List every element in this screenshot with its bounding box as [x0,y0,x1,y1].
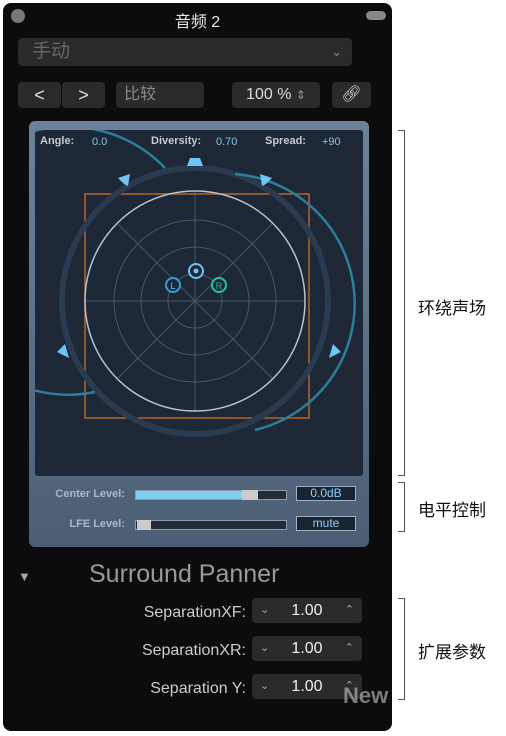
speaker-right-surround-icon [329,344,341,358]
window-title: 音频 2 [174,14,221,31]
center-level-label: Center Level: [55,488,125,500]
prev-preset-button[interactable]: < [18,82,61,108]
lfe-level-label: LFE Level: [69,518,125,530]
center-level-slider[interactable] [135,490,287,500]
decrement-icon[interactable]: ⌄ [260,674,269,699]
next-preset-button[interactable]: > [62,82,105,108]
annotation-bracket [398,598,405,700]
center-level-fill [136,491,246,499]
disclosure-triangle-icon[interactable]: ▼ [18,569,31,584]
annotation-level: 电平控制 [418,501,486,520]
param-label: SeparationXR: [141,642,246,659]
lfe-level-slider[interactable] [135,520,287,530]
watermark-logo: New [343,683,389,708]
lfe-level-value[interactable]: mute [296,516,356,531]
slider-thumb[interactable] [137,520,151,530]
right-channel-label: R [216,281,223,291]
preset-dropdown[interactable]: 手动 ⌄ [18,38,352,66]
section-title: Surround Panner [89,560,280,588]
increment-icon[interactable]: ⌃ [345,598,354,623]
speaker-right-icon [260,174,272,186]
left-channel-label: L [170,281,175,291]
up-down-icon: ⇕ [295,88,306,102]
collapse-button[interactable] [366,11,386,20]
speaker-center-icon [187,158,203,166]
surround-field[interactable]: Angle: 0.0 Diversity: 0.70 Spread: +90 L… [35,130,363,476]
speaker-left-icon [118,174,130,186]
preset-value: 手动 [32,41,71,62]
link-icon: 🔗︎ [341,86,362,103]
param-label: Separation Y: [150,680,246,697]
param-value[interactable]: 1.00 [291,640,322,657]
slider-thumb[interactable] [242,490,258,500]
increment-icon[interactable]: ⌃ [345,636,354,661]
separation-xf-stepper[interactable]: ⌄ 1.00 ⌃ [252,598,362,623]
plugin-window: 音频 2 手动 ⌄ < > 比较 100 % ⇕ 🔗︎ Angle: 0.0 Di… [3,3,392,731]
center-level-value[interactable]: 0.0dB [296,486,356,501]
compare-button[interactable]: 比较 [116,82,204,108]
annotation-bracket [398,482,405,532]
zoom-stepper[interactable]: 100 % ⇕ [232,82,320,108]
annotation-params: 扩展参数 [418,643,486,662]
annotation-surround: 环绕声场 [418,299,486,318]
surround-panner-panel: Angle: 0.0 Diversity: 0.70 Spread: +90 L… [29,121,369,547]
param-value[interactable]: 1.00 [291,602,322,619]
param-value[interactable]: 1.00 [291,678,322,695]
param-label: SeparationXF: [143,604,246,621]
link-button[interactable]: 🔗︎ [332,82,371,108]
decrement-icon[interactable]: ⌄ [260,598,269,623]
panner-graph: L R [35,130,356,437]
chevron-down-icon: ⌄ [331,44,342,59]
decrement-icon[interactable]: ⌄ [260,636,269,661]
annotation-bracket [398,130,405,476]
separation-xr-stepper[interactable]: ⌄ 1.00 ⌃ [252,636,362,661]
zoom-value: 100 % [246,86,292,103]
